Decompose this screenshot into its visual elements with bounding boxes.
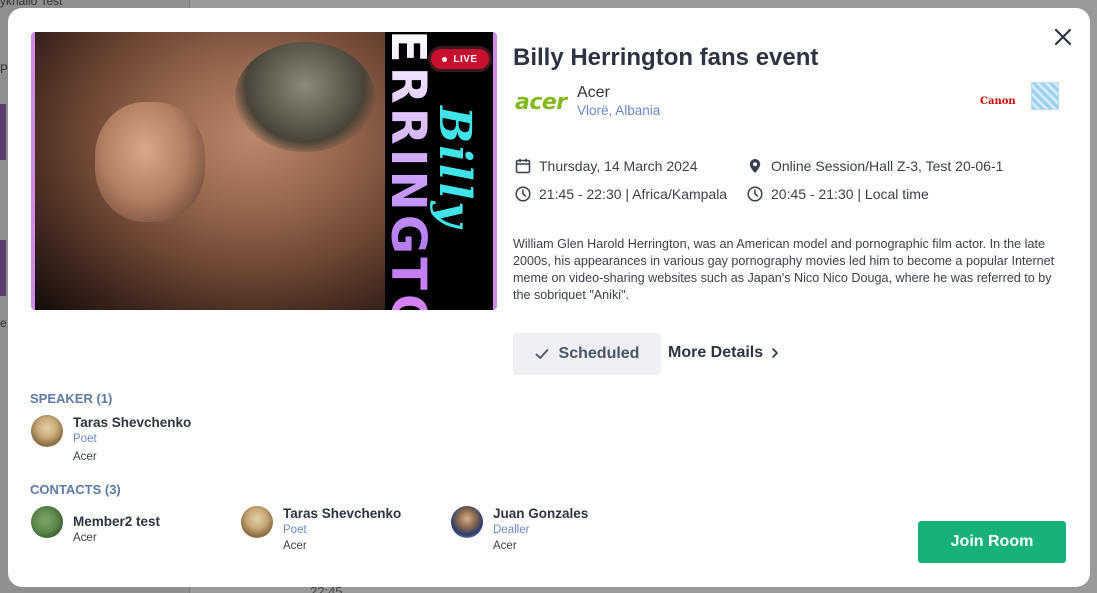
banner-photo-detail bbox=[235, 42, 375, 152]
avatar bbox=[31, 506, 63, 538]
background-accent bbox=[0, 240, 6, 296]
speakers-section-title: SPEAKER (1) bbox=[30, 391, 113, 406]
banner-script-text: Billy bbox=[429, 106, 480, 229]
contact-organization: Acer bbox=[283, 540, 307, 552]
event-local-time-text: 20:45 - 21:30 | Local time bbox=[771, 186, 929, 202]
banner-photo-detail bbox=[95, 102, 205, 222]
live-badge: LIVE bbox=[428, 46, 492, 72]
contact-role: Dealler bbox=[493, 524, 530, 536]
event-location: Online Session/Hall Z-3, Test 20-06-1 bbox=[747, 158, 1003, 174]
event-description: William Glen Harold Herrington, was an A… bbox=[513, 237, 1055, 302]
speaker-organization: Acer bbox=[73, 451, 97, 463]
avatar bbox=[31, 415, 63, 447]
background-accent bbox=[0, 104, 6, 160]
event-time-text: 21:45 - 22:30 | Africa/Kampala bbox=[539, 186, 728, 202]
avatar bbox=[241, 506, 273, 538]
join-room-button[interactable]: Join Room bbox=[918, 521, 1066, 563]
calendar-icon bbox=[515, 158, 531, 174]
chevron-right-icon bbox=[772, 348, 778, 358]
event-title: Billy Herrington fans event bbox=[513, 44, 819, 71]
contact-name: Juan Gonzales bbox=[493, 506, 589, 521]
contact-organization: Acer bbox=[493, 540, 517, 552]
scheduled-button[interactable]: Scheduled bbox=[513, 333, 661, 375]
contact-role: Poet bbox=[283, 524, 307, 536]
organizer-logo: acer bbox=[515, 90, 567, 115]
background-item: ykhailo Test bbox=[0, 0, 63, 8]
sponsor-logo: Canon bbox=[980, 96, 1016, 107]
background-item: e bbox=[0, 316, 7, 330]
organizer-name: Acer bbox=[577, 84, 610, 101]
event-local-time: 20:45 - 21:30 | Local time bbox=[747, 186, 929, 202]
check-icon bbox=[535, 349, 548, 359]
speaker-role: Poet bbox=[73, 433, 97, 445]
avatar bbox=[451, 506, 483, 538]
event-date-text: Thursday, 14 March 2024 bbox=[539, 158, 698, 174]
event-banner: ERRINGTO Billy LIVE bbox=[31, 32, 497, 310]
sponsor-logo-image bbox=[1031, 82, 1059, 110]
event-location-text: Online Session/Hall Z-3, Test 20-06-1 bbox=[771, 158, 1004, 174]
live-badge-label: LIVE bbox=[453, 53, 478, 65]
contact-name: Member2 test bbox=[73, 514, 161, 529]
close-icon[interactable] bbox=[1052, 26, 1074, 48]
location-pin-icon bbox=[749, 159, 761, 173]
scheduled-label: Scheduled bbox=[558, 345, 640, 362]
event-date: Thursday, 14 March 2024 bbox=[515, 158, 698, 174]
banner-vertical-text: ERRINGTO bbox=[380, 32, 436, 310]
event-time: 21:45 - 22:30 | Africa/Kampala bbox=[515, 186, 727, 202]
clock-icon bbox=[747, 186, 763, 202]
organizer-location: Vlorë, Albania bbox=[577, 103, 661, 118]
clock-icon bbox=[515, 186, 531, 202]
more-details-label: More Details bbox=[668, 344, 764, 361]
event-modal: ERRINGTO Billy LIVE Billy Herrington fan… bbox=[8, 8, 1090, 587]
speaker-name: Taras Shevchenko bbox=[73, 415, 192, 430]
live-dot-icon bbox=[442, 56, 448, 62]
more-details-link[interactable]: More Details bbox=[668, 344, 779, 362]
contact-name: Taras Shevchenko bbox=[283, 506, 402, 521]
contact-organization: Acer bbox=[73, 532, 97, 544]
contacts-section-title: CONTACTS (3) bbox=[30, 482, 121, 497]
